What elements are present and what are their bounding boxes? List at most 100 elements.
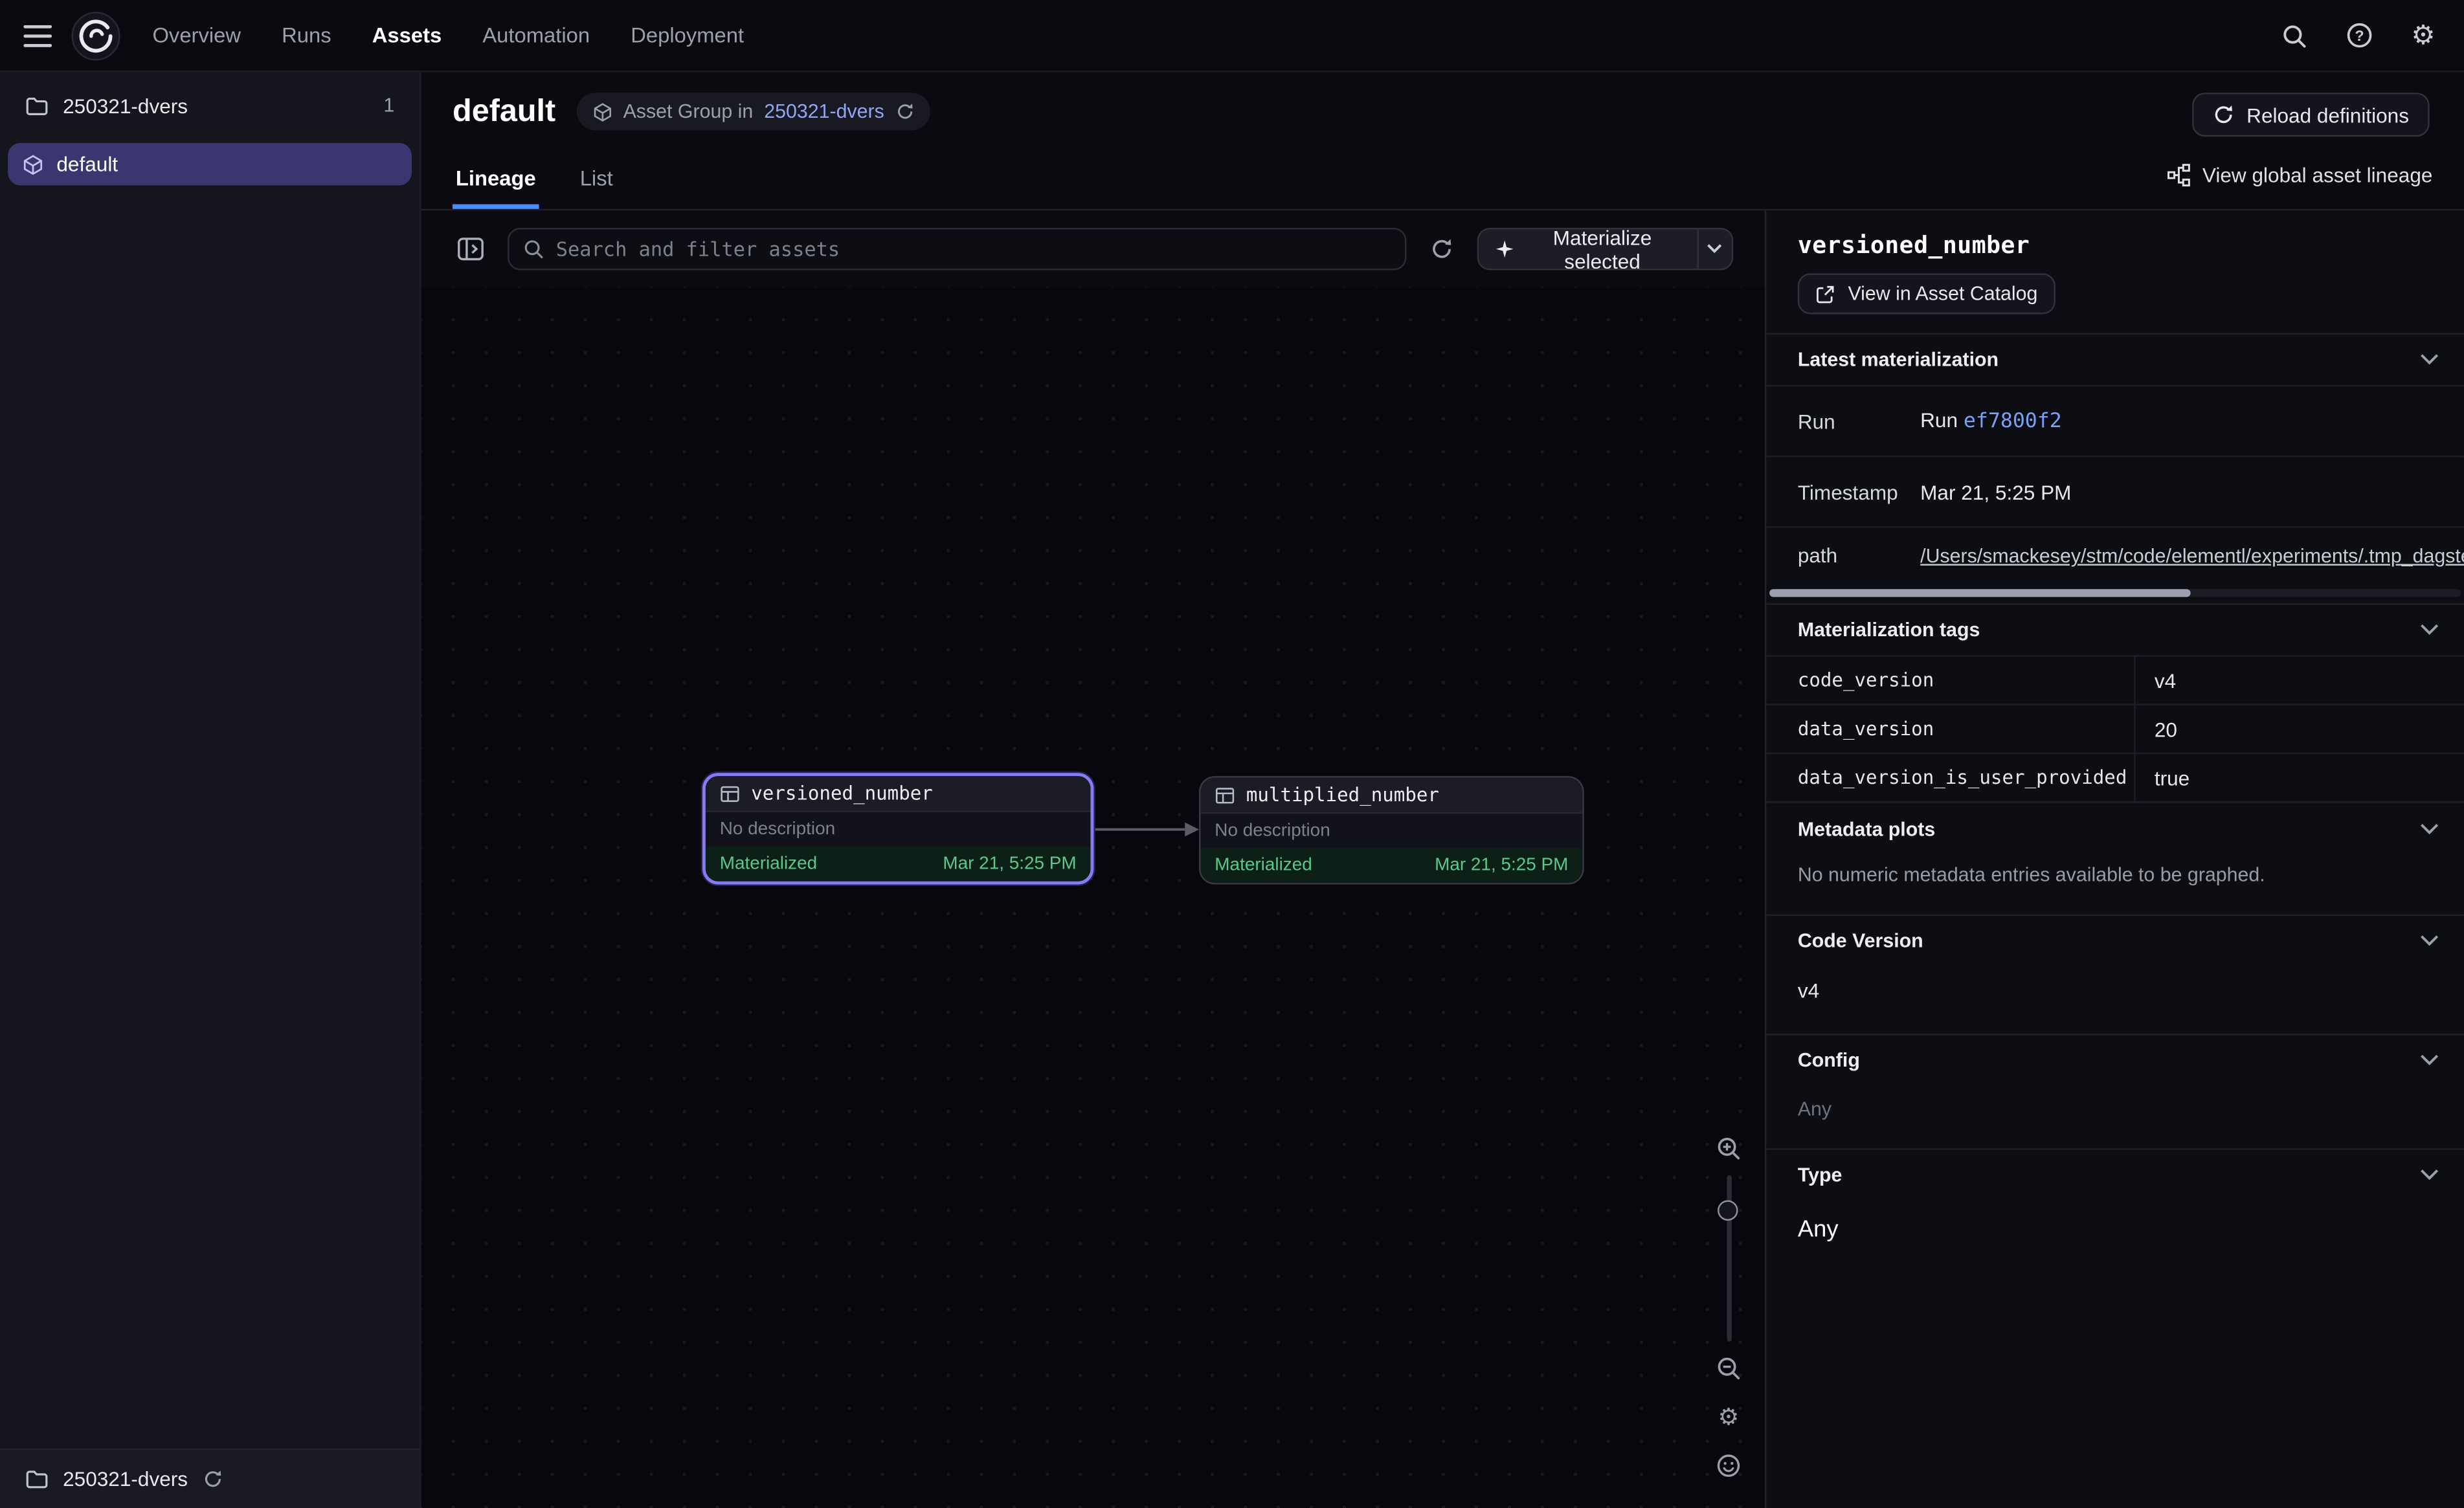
settings-button[interactable]: ⚙ [2408, 19, 2439, 51]
config-value: Any [1766, 1085, 2464, 1148]
asset-node-timestamp: Mar 21, 5:25 PM [943, 854, 1076, 873]
refresh-graph-button[interactable] [1425, 230, 1458, 268]
reload-location-button[interactable] [202, 1469, 223, 1490]
detail-label: Timestamp [1766, 480, 1920, 504]
badge-prefix: Asset Group in [623, 100, 754, 122]
view-tabs: Lineage List [453, 166, 616, 209]
svg-text:?: ? [2354, 27, 2363, 44]
panel-toggle-icon [457, 238, 484, 261]
nav-overview[interactable]: Overview [152, 23, 241, 47]
code-location-label: 250321-dvers [63, 1467, 188, 1491]
asset-title: versioned_number [1798, 231, 2433, 260]
zoom-slider[interactable] [1711, 1166, 1745, 1351]
badge-group-link[interactable]: 250321-dvers [764, 100, 884, 122]
lineage-graph-area: Materialize selected [421, 210, 1765, 1508]
lineage-edge [1093, 817, 1199, 842]
reload-definitions-button[interactable]: Reload definitions [2191, 93, 2429, 137]
help-icon: ? [2346, 22, 2372, 49]
nav-automation[interactable]: Automation [482, 23, 590, 47]
chevron-down-icon [1707, 243, 1723, 254]
section-config: Config Any [1766, 1034, 2464, 1148]
gear-icon: ⚙ [2411, 22, 2435, 49]
graph-settings-button[interactable]: ⚙ [1711, 1400, 1745, 1434]
sidebar-group-label: 250321-dvers [63, 93, 188, 116]
view-in-asset-catalog-button[interactable]: View in Asset Catalog [1798, 273, 2055, 314]
tab-lineage[interactable]: Lineage [453, 166, 539, 209]
view-global-lineage-label: View global asset lineage [2202, 163, 2433, 186]
folder-icon [25, 93, 49, 116]
zoom-out-icon [1716, 1356, 1742, 1381]
detail-label: Run [1766, 409, 1920, 432]
section-header-latest-materialization[interactable]: Latest materialization [1766, 333, 2464, 385]
chevron-down-icon [2420, 823, 2439, 835]
section-header-config[interactable]: Config [1766, 1034, 2464, 1085]
zoom-slider-handle[interactable] [1718, 1200, 1738, 1221]
scrollbar-thumb[interactable] [1769, 589, 2191, 597]
asset-node-versioned-number[interactable]: versioned_number No description Material… [702, 773, 1093, 884]
zoom-out-button[interactable] [1711, 1351, 1745, 1385]
asset-search-input[interactable] [556, 238, 1391, 261]
nav-deployment[interactable]: Deployment [631, 23, 744, 47]
page-title: default [453, 93, 555, 129]
asset-node-multiplied-number[interactable]: multiplied_number No description Materia… [1199, 776, 1584, 884]
materialize-dropdown-button[interactable] [1696, 229, 1732, 269]
section-latest-materialization: Latest materialization Run Run ef7800f2 … [1766, 333, 2464, 603]
sidebar-item-default[interactable]: default [8, 143, 412, 186]
tags-table: code_version v4 data_version 20 data_ver… [1766, 655, 2464, 803]
external-link-icon [1815, 283, 1836, 304]
help-button[interactable]: ? [2343, 19, 2375, 51]
section-header-materialization-tags[interactable]: Materialization tags [1766, 603, 2464, 655]
section-materialization-tags: Materialization tags code_version v4 dat… [1766, 603, 2464, 803]
section-header-metadata-plots[interactable]: Metadata plots [1766, 803, 2464, 854]
path-link[interactable]: /Users/smackesey/stm/code/elementl/exper… [1920, 545, 2464, 567]
dagster-logo[interactable] [71, 10, 121, 61]
nav-runs[interactable]: Runs [282, 23, 331, 47]
timestamp-value: Mar 21, 5:25 PM [1920, 480, 2464, 504]
tag-key: data_version_is_user_provided [1766, 753, 2134, 801]
refresh-icon [202, 1469, 223, 1490]
section-title: Type [1798, 1164, 1842, 1186]
reload-definitions-label: Reload definitions [2246, 103, 2409, 126]
materialize-selected-button[interactable]: Materialize selected [1479, 229, 1697, 269]
top-navbar: Overview Runs Assets Automation Deployme… [0, 0, 2464, 72]
asset-group-icon [592, 102, 612, 122]
section-title: Code Version [1798, 930, 1923, 952]
sidebar-group-row[interactable]: 250321-dvers 1 [0, 72, 420, 139]
lineage-graph-icon [2166, 163, 2190, 186]
expand-panel-button[interactable] [453, 228, 488, 269]
feedback-button[interactable] [1711, 1448, 1745, 1483]
view-global-lineage-link[interactable]: View global asset lineage [2166, 163, 2432, 186]
tag-key: data_version [1766, 704, 2134, 752]
sparkle-icon [1495, 239, 1513, 260]
asset-node-name: versioned_number [751, 782, 933, 804]
refresh-icon [895, 102, 914, 121]
section-header-code-version[interactable]: Code Version [1766, 915, 2464, 966]
asset-node-header: versioned_number [706, 776, 1091, 812]
scrollbar-track[interactable] [1769, 589, 2461, 597]
hamburger-menu-button[interactable] [11, 8, 65, 62]
zoom-in-icon [1716, 1136, 1742, 1161]
nav-assets[interactable]: Assets [372, 23, 442, 47]
code-version-value: v4 [1766, 966, 2464, 1034]
tag-value: true [2134, 753, 2464, 801]
dagster-app: Overview Runs Assets Automation Deployme… [0, 0, 2464, 1508]
tag-key: code_version [1766, 655, 2134, 704]
view-in-asset-catalog-label: View in Asset Catalog [1848, 283, 2037, 305]
badge-refresh-button[interactable] [895, 102, 914, 121]
section-header-type[interactable]: Type [1766, 1148, 2464, 1200]
tab-list[interactable]: List [577, 166, 616, 209]
metadata-plots-empty-text: No numeric metadata entries available to… [1766, 854, 2464, 914]
asset-detail-panel: versioned_number View in Asset Catalog L… [1765, 210, 2464, 1508]
type-value: Any [1766, 1200, 2464, 1258]
smiley-face-icon [1716, 1453, 1742, 1478]
zoom-in-button[interactable] [1711, 1131, 1745, 1166]
code-location-footer[interactable]: 250321-dvers [0, 1448, 420, 1508]
asset-node-name: multiplied_number [1246, 784, 1439, 806]
navbar-actions: ? ⚙ [2279, 19, 2464, 51]
gear-icon: ⚙ [1718, 1405, 1740, 1428]
lineage-canvas[interactable]: versioned_number No description Material… [421, 287, 1765, 1508]
search-button[interactable] [2279, 19, 2311, 51]
run-id-link[interactable]: ef7800f2 [1964, 410, 2062, 434]
page-header: default Asset Group in 250321-dvers [421, 72, 2464, 211]
chevron-down-icon [2420, 1169, 2439, 1181]
